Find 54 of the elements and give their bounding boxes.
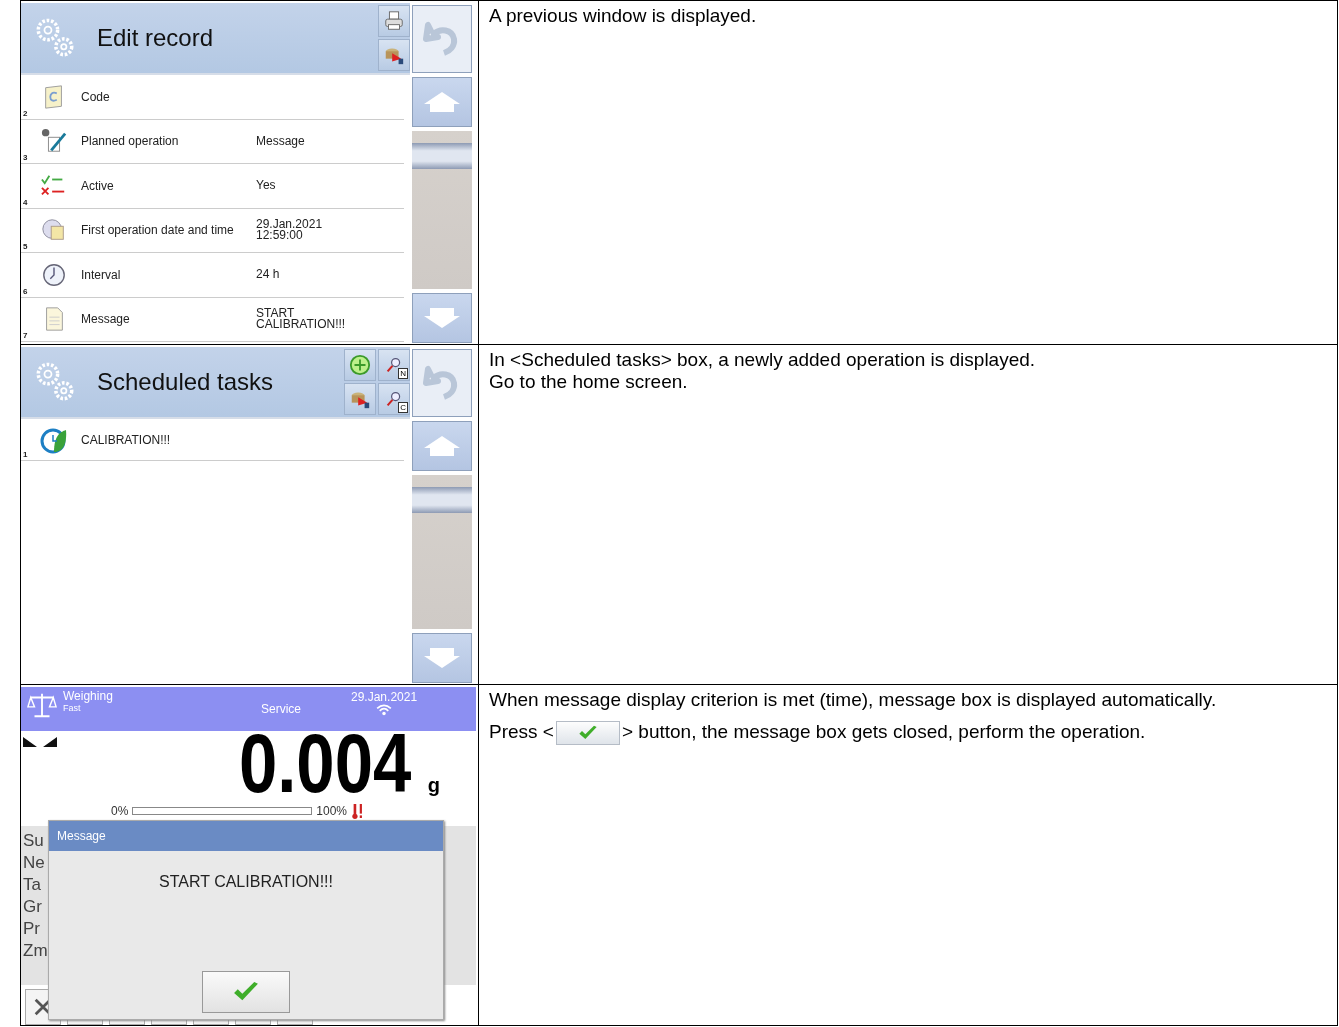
search-button[interactable]: N <box>378 349 410 381</box>
item-label: Message <box>81 312 131 327</box>
description-text: Go to the home screen. <box>489 371 689 393</box>
list-item[interactable]: 7 Message START CALIBRATION!!! <box>21 297 404 342</box>
screen-title: Edit record <box>97 24 215 52</box>
info-label: Su <box>23 830 44 852</box>
mode-submode: Fast <box>63 703 82 713</box>
item-value: 29.Jan.2021 12:59:00 <box>256 219 323 242</box>
dialog-message: START CALIBRATION!!! <box>159 873 333 891</box>
search-button[interactable]: C <box>378 383 410 415</box>
info-label: Gr <box>23 896 42 918</box>
search-letter: N <box>398 368 408 379</box>
mode-name: Weighing <box>63 690 114 703</box>
description-text: A previous window is displayed. <box>489 5 758 27</box>
list-item[interactable]: 1 CALIBRATION!!! <box>21 419 404 461</box>
item-number: 6 <box>23 286 28 296</box>
item-number: 2 <box>23 108 28 118</box>
description-text: When message display criterion is met (time), message box is displayed automatically. <box>489 689 1218 711</box>
screen-title: Scheduled tasks <box>97 368 275 396</box>
info-label: Pr <box>23 918 40 940</box>
search-letter: C <box>398 402 408 413</box>
weight-unit: g <box>427 774 440 797</box>
info-label: Zm <box>23 940 48 962</box>
item-label: CALIBRATION!!! <box>81 432 172 447</box>
user-name: Service <box>261 702 301 716</box>
info-label: Ne <box>23 852 45 874</box>
item-value: Yes <box>256 180 276 192</box>
item-number: 3 <box>23 153 28 162</box>
description-text: > button, the message box gets closed, perform the operation. <box>621 721 1146 742</box>
item-label: Code <box>81 89 111 104</box>
list-item[interactable]: 5 First operation date and time 29.Jan.2021 12:59:00 <box>21 208 404 253</box>
item-label: Planned operation <box>81 134 180 149</box>
date-text: 29.Jan.2021 <box>351 690 418 704</box>
dialog-title: Message <box>57 829 106 843</box>
item-label: Active <box>81 178 115 193</box>
item-value: START CALIBRATION!!! <box>256 308 346 331</box>
list-item[interactable]: 6 Interval 24 h <box>21 253 404 298</box>
item-label: First operation date and time <box>81 223 235 238</box>
item-number: 1 <box>23 450 28 459</box>
list-item[interactable]: 2 Code <box>21 75 404 120</box>
list-item[interactable]: 4 Active Yes <box>21 164 404 209</box>
description-text: In <Scheduled tasks> box, a newly added operation is displayed. <box>489 349 1037 371</box>
bar-min-label: 0% <box>111 804 129 818</box>
item-number: 5 <box>23 242 28 251</box>
info-label: Ta <box>23 874 41 896</box>
item-label: Interval <box>81 267 122 282</box>
item-value: 24 h <box>256 269 280 281</box>
item-number: 7 <box>23 331 28 340</box>
list-item[interactable]: 3 Planned operation Message <box>21 119 404 164</box>
bar-max-label: 100% <box>316 804 348 818</box>
item-value: Message <box>256 135 305 147</box>
description-text: Press < <box>489 721 554 742</box>
item-number: 4 <box>23 197 28 207</box>
weight-reading: 0.004 <box>237 725 412 801</box>
